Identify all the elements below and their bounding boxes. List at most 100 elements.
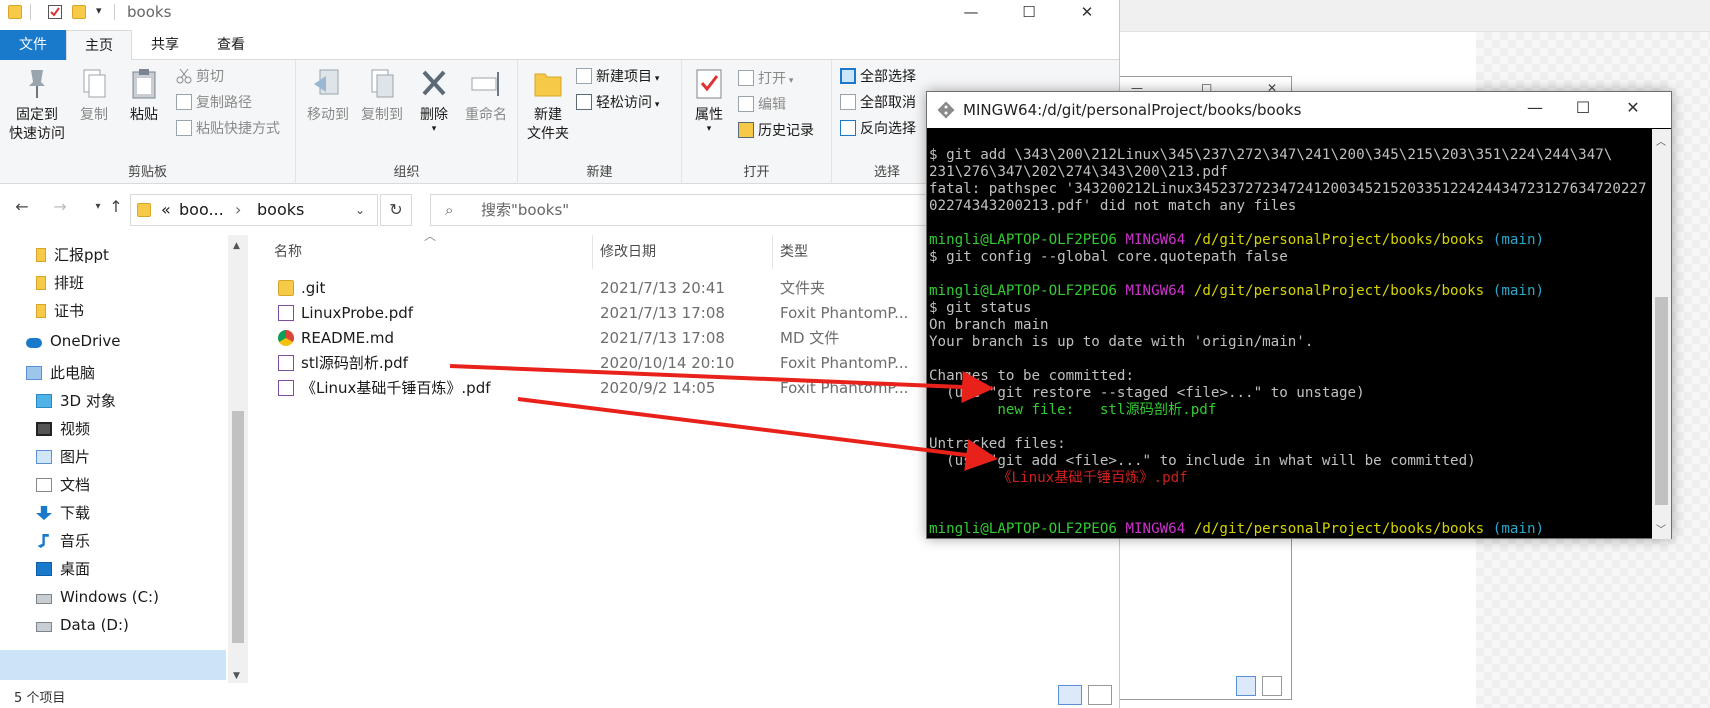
terminal-scrollbar[interactable]: ︿ ﹀ bbox=[1652, 129, 1671, 539]
maximize-button[interactable]: ☐ bbox=[1006, 1, 1052, 25]
minimize-button[interactable]: — bbox=[948, 1, 994, 25]
scroll-down-icon[interactable]: ▼ bbox=[233, 671, 240, 681]
history-label: 历史记录 bbox=[758, 123, 814, 139]
sidebar-item[interactable]: 排班 bbox=[36, 269, 84, 297]
column-date[interactable]: 修改日期 bbox=[600, 241, 656, 261]
sidebar-item-label: 此电脑 bbox=[50, 364, 96, 382]
back-arrow-icon[interactable]: ← bbox=[10, 197, 34, 216]
sidebar-item[interactable]: 证书 bbox=[36, 297, 84, 325]
open-button[interactable]: 打开 ▾ bbox=[738, 68, 793, 90]
sidebar-item[interactable]: 桌面 bbox=[36, 555, 90, 583]
pdf-icon bbox=[278, 380, 294, 396]
move-to-label: 移动到 bbox=[307, 107, 349, 123]
cut-button[interactable]: 剪切 bbox=[176, 66, 224, 88]
git-bash-terminal[interactable]: MINGW64:/d/git/personalProject/books/boo… bbox=[926, 91, 1672, 539]
up-arrow-icon[interactable]: ↑ bbox=[104, 197, 128, 216]
chevron-down-icon[interactable]: ▾ bbox=[96, 4, 102, 17]
sidebar-item[interactable]: Data (D:) bbox=[36, 611, 129, 639]
new-folder-button[interactable]: 新建 文件夹 bbox=[522, 66, 574, 144]
new-item-button[interactable]: 新建项目 ▾ bbox=[576, 66, 659, 88]
rename-button[interactable]: 重命名 bbox=[460, 66, 512, 125]
sidebar-item[interactable]: 音乐 bbox=[36, 527, 90, 555]
sidebar-item[interactable]: 此电脑 bbox=[26, 359, 95, 387]
sidebar-item[interactable]: 文档 bbox=[36, 471, 90, 499]
scrollbar-thumb[interactable] bbox=[232, 411, 244, 643]
folder-icon bbox=[36, 276, 46, 290]
column-separator[interactable] bbox=[772, 235, 773, 269]
refresh-icon: ↻ bbox=[389, 200, 403, 219]
scroll-down-icon[interactable]: ﹀ bbox=[1656, 521, 1666, 536]
minimize-button[interactable]: — bbox=[1515, 98, 1555, 117]
tiles-view-icon[interactable] bbox=[1262, 676, 1282, 696]
select-all-button[interactable]: 全部选择 bbox=[840, 66, 916, 88]
copy-path-button[interactable]: 复制路径 bbox=[176, 92, 252, 114]
sidebar-item-label: 下载 bbox=[60, 504, 91, 522]
maximize-button[interactable]: ☐ bbox=[1563, 98, 1603, 117]
details-view-icon[interactable] bbox=[1058, 685, 1082, 705]
details-view-icon[interactable] bbox=[1236, 676, 1256, 696]
close-button[interactable]: ✕ bbox=[1064, 1, 1110, 25]
paste-shortcut-button[interactable]: 粘贴快捷方式 bbox=[176, 118, 280, 140]
easy-access-button[interactable]: 轻松访问 ▾ bbox=[576, 92, 659, 114]
paste-button[interactable]: 粘贴 bbox=[120, 66, 168, 125]
scroll-up-icon[interactable]: ▲ bbox=[233, 241, 240, 251]
copy-to-button[interactable]: 复制到 bbox=[356, 66, 408, 125]
pin-quick-access-button[interactable]: 固定到 快速访问 bbox=[4, 66, 70, 144]
column-name[interactable]: 名称 bbox=[274, 241, 302, 261]
scrollbar-thumb[interactable] bbox=[1655, 297, 1668, 505]
copy-button[interactable]: 复制 bbox=[72, 66, 116, 125]
select-none-icon bbox=[840, 94, 856, 110]
address-overflow[interactable]: « bbox=[161, 195, 171, 225]
edit-button[interactable]: 编辑 bbox=[738, 94, 786, 116]
sidebar-item[interactable]: Windows (C:) bbox=[36, 583, 159, 611]
tab-view[interactable]: 查看 bbox=[198, 30, 264, 60]
sidebar-item[interactable]: OneDrive bbox=[26, 327, 121, 355]
tab-share[interactable]: 共享 bbox=[132, 30, 198, 60]
organize-group-label: 组织 bbox=[393, 165, 420, 180]
scroll-up-icon[interactable]: ︿ bbox=[1656, 133, 1666, 148]
breadcrumb-separator[interactable]: › bbox=[235, 195, 241, 225]
sidebar-scrollbar[interactable]: ▲ ▼ bbox=[228, 235, 248, 683]
address-bar[interactable]: « boo... › books ⌄ bbox=[130, 194, 378, 226]
sidebar-item-label: Windows (C:) bbox=[60, 588, 159, 606]
chevron-down-icon: ▾ bbox=[706, 124, 712, 134]
forward-arrow-icon[interactable]: → bbox=[48, 197, 72, 216]
move-to-button[interactable]: 移动到 bbox=[302, 66, 354, 125]
sidebar-item-label: 图片 bbox=[60, 448, 91, 466]
sidebar-item-label: 排班 bbox=[54, 274, 85, 292]
properties-button[interactable]: 属性 ▾ bbox=[686, 66, 732, 134]
sidebar-item[interactable]: 视频 bbox=[36, 415, 90, 443]
chevron-down-icon[interactable]: ⌄ bbox=[355, 195, 365, 225]
sidebar-item-label: 文档 bbox=[60, 476, 91, 494]
prompt-user: mingli@LAPTOP-OLF2PEO6 bbox=[929, 283, 1117, 299]
select-none-button[interactable]: 全部取消 bbox=[840, 92, 916, 114]
invert-selection-button[interactable]: 反向选择 bbox=[840, 118, 916, 140]
pdf-icon bbox=[278, 355, 294, 371]
refresh-button[interactable]: ↻ bbox=[380, 194, 412, 226]
new-folder-icon[interactable] bbox=[72, 5, 86, 19]
column-type[interactable]: 类型 bbox=[780, 241, 808, 261]
terminal-line: $ git status bbox=[929, 300, 1032, 316]
organize-group: 移动到 复制到 删除 ▾ 重命名 组织 bbox=[296, 60, 518, 184]
checkbox-properties-icon[interactable] bbox=[48, 5, 62, 19]
close-button[interactable]: ✕ bbox=[1613, 98, 1653, 117]
history-button[interactable]: 历史记录 bbox=[738, 120, 814, 142]
background-window-strip bbox=[1120, 0, 1710, 32]
sidebar-item[interactable]: 下载 bbox=[36, 499, 90, 527]
terminal-output[interactable]: $ git add \343\200\212Linux\345\237\272\… bbox=[928, 130, 1652, 538]
breadcrumb-parent[interactable]: boo... bbox=[179, 195, 224, 225]
folder-icon bbox=[137, 203, 151, 217]
sidebar-item[interactable]: 图片 bbox=[36, 443, 90, 471]
tab-file[interactable]: 文件 bbox=[0, 30, 66, 60]
tab-home[interactable]: 主页 bbox=[66, 30, 132, 61]
sidebar-item[interactable]: 汇报ppt bbox=[36, 241, 109, 269]
breadcrumb-current[interactable]: books bbox=[257, 195, 304, 225]
delete-button[interactable]: 删除 ▾ bbox=[414, 66, 454, 134]
column-separator[interactable] bbox=[592, 235, 593, 269]
copy-path-icon bbox=[176, 94, 192, 110]
large-icons-view-icon[interactable] bbox=[1088, 685, 1112, 705]
sidebar-item[interactable]: 3D 对象 bbox=[36, 387, 116, 415]
properties-icon bbox=[693, 66, 725, 102]
